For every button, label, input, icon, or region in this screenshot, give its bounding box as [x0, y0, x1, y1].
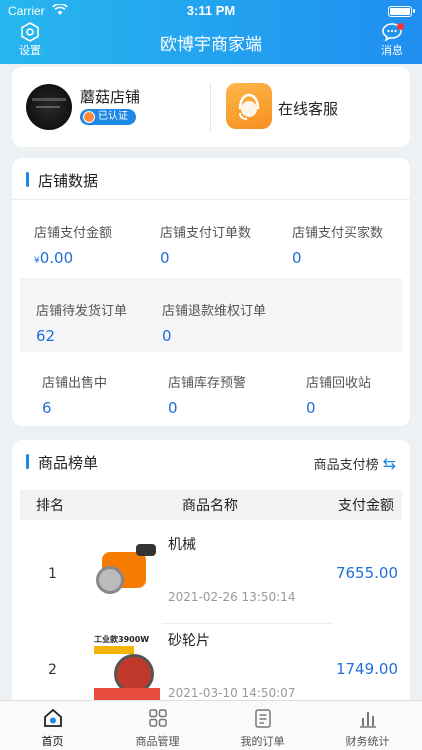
customer-service-icon[interactable]: [226, 83, 272, 129]
swap-arrows-icon: ⇆: [382, 454, 396, 473]
metric-label: 店铺待发货订单: [36, 304, 128, 319]
bar-chart-icon: [359, 712, 376, 728]
tab-label: 首页: [41, 735, 64, 748]
metric-label: 店铺支付金额: [34, 226, 113, 241]
metric-value: 6: [42, 399, 52, 417]
product-amount: 7655.00: [335, 564, 398, 582]
divider: [12, 199, 410, 200]
section-title: 商品榜单: [26, 452, 98, 473]
verified-icon: [83, 111, 95, 123]
tab-label: 我的订单: [240, 735, 285, 748]
product-amount: 1749.00: [335, 660, 398, 678]
column-header-rank: 排名: [36, 498, 64, 514]
metric-value: 62: [36, 327, 56, 345]
tab-my-orders[interactable]: 我的订单: [210, 707, 315, 749]
headset-icon: [238, 93, 260, 120]
metric-on-sale[interactable]: 店铺出售中 6: [42, 372, 107, 417]
metric-value: 0: [306, 399, 316, 417]
metric-pending-shipment[interactable]: 店铺待发货订单 62: [36, 300, 127, 345]
tab-label: 财务统计: [345, 735, 390, 748]
verified-badge: 已认证: [80, 109, 136, 125]
ranking-switch-label: 商品支付榜: [313, 458, 379, 473]
table-row[interactable]: 1 机械 2021-02-26 13:50:14 7655.00: [12, 528, 410, 624]
product-image-tag: 工业款3900W: [94, 634, 160, 646]
metric-pay-amount[interactable]: 店铺支付金额 ¥0.00: [34, 222, 112, 267]
metric-label: 店铺支付买家数: [292, 226, 384, 241]
product-time: 2021-03-10 14:50:07: [168, 686, 296, 700]
metric-value: ¥0.00: [34, 249, 74, 267]
product-name: 机械: [168, 537, 196, 553]
tab-product-management[interactable]: 商品管理: [105, 707, 210, 749]
shop-data-card: 店铺数据 店铺支付金额 ¥0.00 店铺支付订单数 0 店铺支付买家数 0 店铺…: [12, 158, 410, 426]
store-name: 蘑菇店铺: [80, 88, 141, 106]
metric-value: 0: [160, 249, 170, 267]
metric-label: 店铺支付订单数: [160, 226, 252, 241]
divider: [210, 83, 211, 131]
product-time: 2021-02-26 13:50:14: [168, 590, 296, 604]
tab-finance-stats[interactable]: 财务统计: [315, 707, 420, 749]
metric-label: 店铺出售中: [42, 376, 108, 391]
verified-label: 已认证: [98, 111, 128, 122]
top-bar: Carrier 3:11 PM 设置 欧博宇商家端 消息: [0, 0, 422, 64]
metric-value: 0: [162, 327, 172, 345]
column-header-name: 商品名称: [182, 498, 238, 514]
metric-stock-warning[interactable]: 店铺库存预警 0: [168, 372, 246, 417]
store-card: 蘑菇店铺 已认证 在线客服: [12, 67, 410, 147]
metric-label: 店铺回收站: [306, 376, 372, 391]
product-name: 砂轮片: [168, 633, 210, 649]
metric-pay-orders[interactable]: 店铺支付订单数 0: [160, 222, 251, 267]
product-ranking-card: 商品榜单 商品支付榜 ⇆ 排名 商品名称 支付金额 1 机械 2021-02-26…: [12, 440, 410, 720]
battery-icon: [388, 6, 415, 17]
product-image: 工业款3900W: [92, 634, 162, 704]
clock: 3:11 PM: [186, 3, 236, 18]
metric-refund-orders[interactable]: 店铺退款维权订单 0: [162, 300, 266, 345]
ranking-switch-button[interactable]: 商品支付榜 ⇆: [314, 454, 396, 473]
customer-service-label[interactable]: 在线客服: [278, 98, 338, 119]
home-icon: [43, 708, 62, 727]
clipboard-icon: [254, 709, 271, 728]
status-bar: Carrier 3:11 PM: [0, 0, 422, 22]
metric-value: 0: [292, 249, 302, 267]
table-header: 排名 商品名称 支付金额: [20, 490, 402, 520]
grid-icon: [148, 709, 167, 727]
store-avatar[interactable]: [26, 84, 72, 130]
metric-value: 0: [168, 399, 178, 417]
column-header-amount: 支付金额: [338, 498, 394, 514]
tab-bar: 首页 商品管理 我的订单 财务统计: [0, 700, 422, 750]
messages-label: 消息: [381, 44, 403, 57]
product-image: [92, 538, 162, 608]
tab-label: 商品管理: [135, 735, 180, 748]
section-title: 店铺数据: [26, 170, 98, 191]
metric-recycle-bin[interactable]: 店铺回收站 0: [306, 372, 371, 417]
messages-button[interactable]: 消息: [370, 22, 414, 62]
row-rank: 2: [48, 662, 57, 678]
row-rank: 1: [48, 566, 57, 582]
unread-dot: [397, 23, 404, 30]
metric-label: 店铺退款维权订单: [162, 304, 267, 319]
metric-label: 店铺库存预警: [168, 376, 247, 391]
page-title: 欧博宇商家端: [160, 35, 262, 55]
metric-pay-buyers[interactable]: 店铺支付买家数 0: [292, 222, 383, 267]
tab-home[interactable]: 首页: [0, 707, 105, 749]
